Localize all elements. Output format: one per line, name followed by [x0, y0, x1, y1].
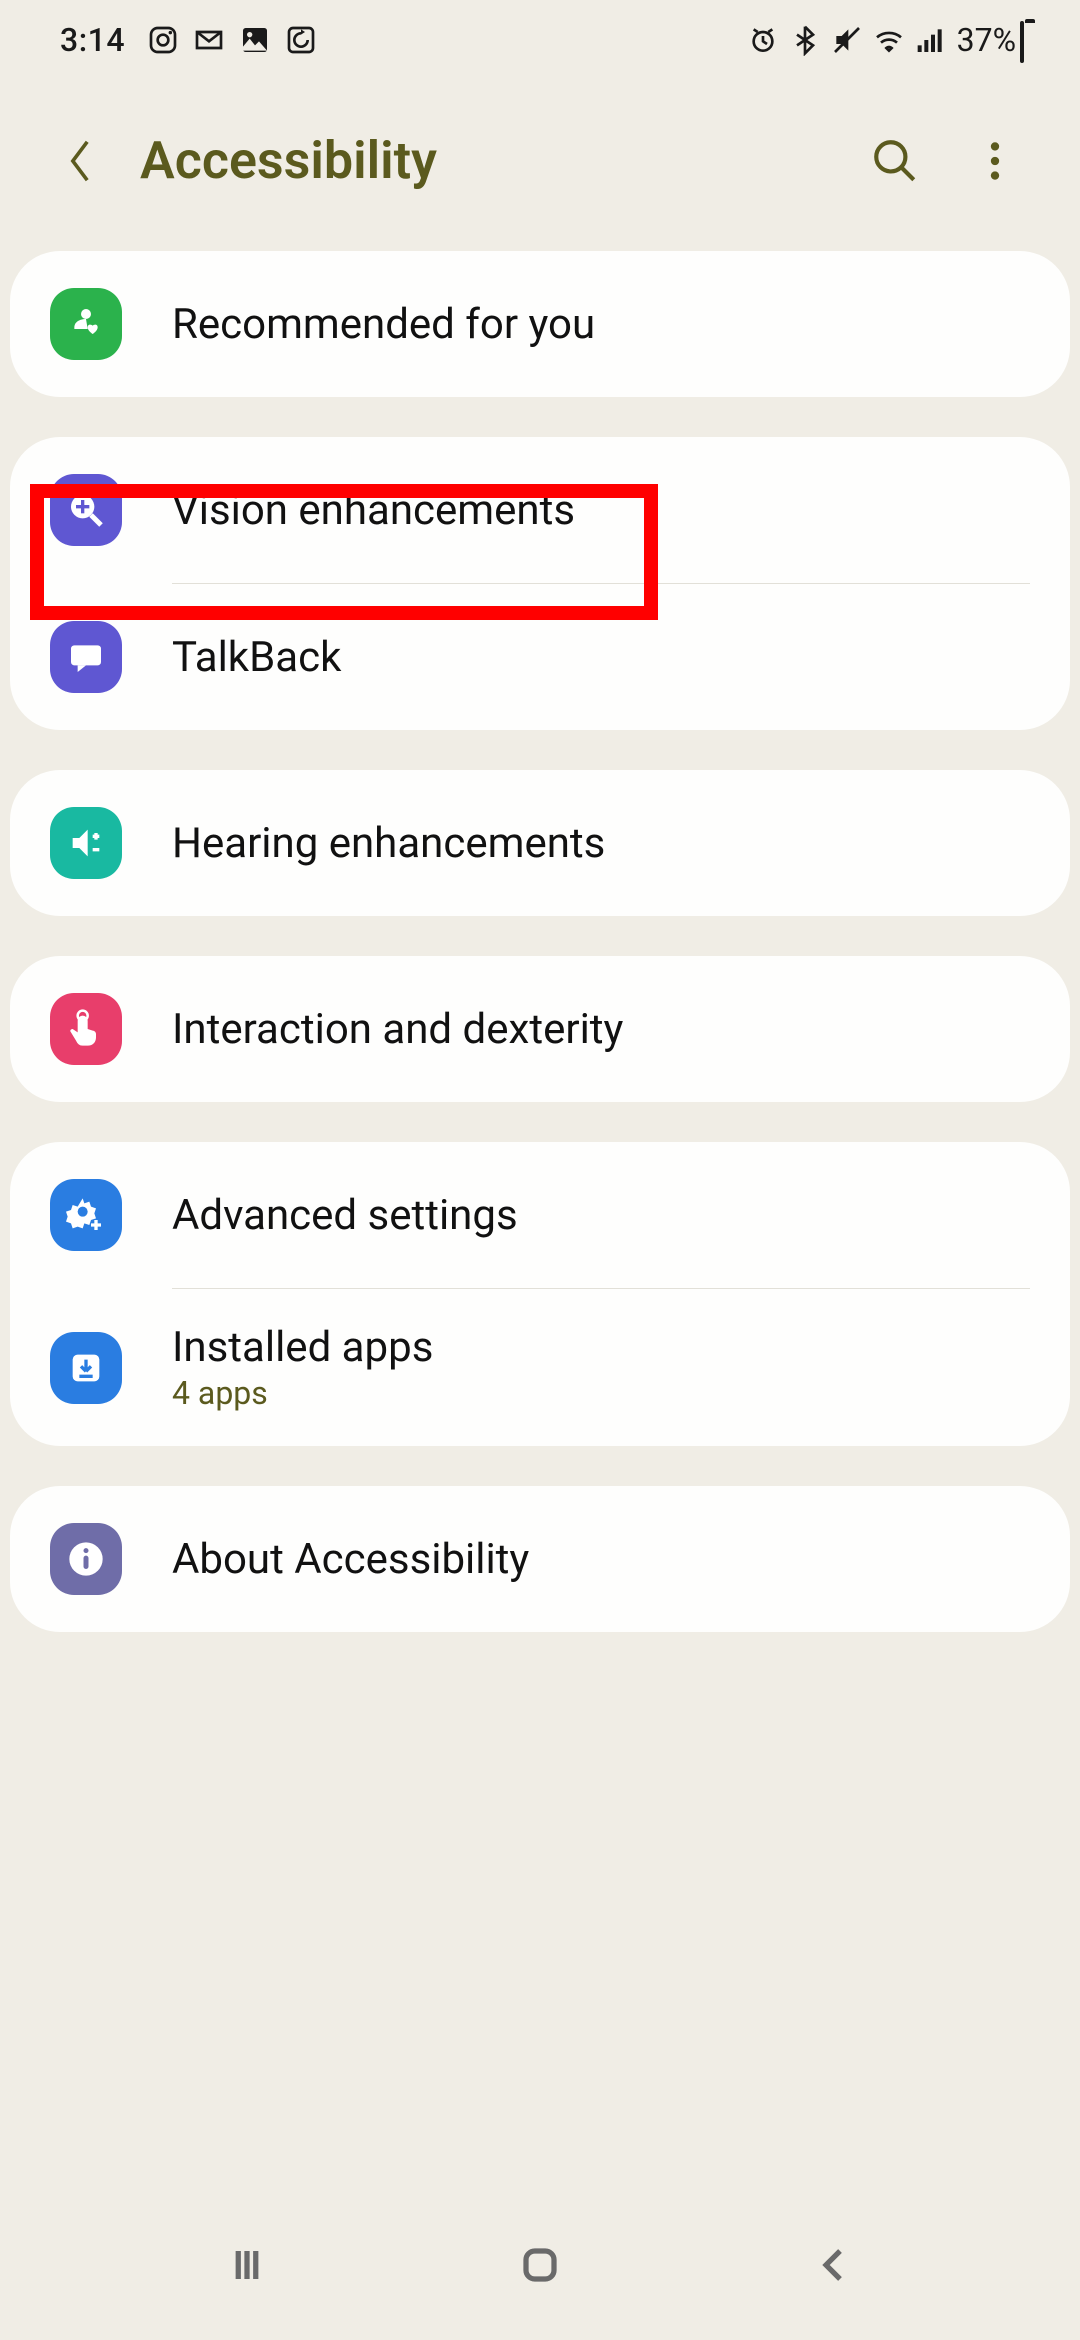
system-navbar — [0, 2210, 1080, 2340]
photos-icon — [239, 24, 271, 56]
nav-back-button[interactable] — [803, 2235, 863, 2295]
touch-icon — [50, 993, 122, 1065]
card-vision: Vision enhancements TalkBack — [10, 437, 1070, 730]
item-label: About Accessibility — [172, 1535, 1030, 1584]
app-header: Accessibility — [0, 80, 1080, 251]
gmail-icon — [193, 24, 225, 56]
item-label: Advanced settings — [172, 1191, 1030, 1240]
item-vision-enhancements[interactable]: Vision enhancements — [10, 437, 1070, 583]
magnifier-plus-icon — [50, 474, 122, 546]
card-recommended: Recommended for you — [10, 251, 1070, 397]
status-right: 37% — [747, 21, 1040, 59]
person-heart-icon — [50, 288, 122, 360]
instagram-icon — [147, 24, 179, 56]
card-about: About Accessibility — [10, 1486, 1070, 1632]
card-hearing: Hearing enhancements — [10, 770, 1070, 916]
nav-recents-button[interactable] — [217, 2235, 277, 2295]
gear-plus-icon — [50, 1179, 122, 1251]
settings-list: Recommended for you Vision enhancements … — [0, 251, 1080, 1632]
item-installed-apps[interactable]: Installed apps 4 apps — [10, 1289, 1070, 1446]
alarm-icon — [747, 24, 779, 56]
speaker-adjust-icon — [50, 807, 122, 879]
item-label: Hearing enhancements — [172, 819, 1030, 868]
item-label: Interaction and dexterity — [172, 1005, 1030, 1054]
page-title: Accessibility — [140, 130, 870, 191]
item-label: Recommended for you — [172, 300, 1030, 349]
signal-icon — [915, 24, 947, 56]
status-bar: 3:14 37% — [0, 0, 1080, 80]
card-advanced: Advanced settings Installed apps 4 apps — [10, 1142, 1070, 1446]
item-hearing-enhancements[interactable]: Hearing enhancements — [10, 770, 1070, 916]
item-interaction-dexterity[interactable]: Interaction and dexterity — [10, 956, 1070, 1102]
item-about-accessibility[interactable]: About Accessibility — [10, 1486, 1070, 1632]
search-button[interactable] — [870, 136, 920, 186]
item-recommended[interactable]: Recommended for you — [10, 251, 1070, 397]
item-sublabel: 4 apps — [172, 1374, 433, 1412]
bluetooth-icon — [789, 24, 821, 56]
item-label: Vision enhancements — [172, 486, 1030, 535]
item-talkback[interactable]: TalkBack — [10, 584, 1070, 730]
speech-bubble-icon — [50, 621, 122, 693]
status-left: 3:14 — [60, 21, 317, 59]
card-interaction: Interaction and dexterity — [10, 956, 1070, 1102]
battery-indicator: 37% — [957, 21, 1040, 59]
battery-icon — [1020, 23, 1040, 57]
status-clock: 3:14 — [60, 21, 125, 59]
more-button[interactable] — [970, 136, 1020, 186]
update-icon — [285, 24, 317, 56]
item-label: TalkBack — [172, 633, 1030, 682]
info-icon — [50, 1523, 122, 1595]
wifi-icon — [873, 24, 905, 56]
item-label: Installed apps — [172, 1323, 433, 1372]
download-icon — [50, 1332, 122, 1404]
back-button[interactable] — [50, 131, 110, 191]
item-advanced-settings[interactable]: Advanced settings — [10, 1142, 1070, 1288]
nav-home-button[interactable] — [510, 2235, 570, 2295]
battery-percent: 37% — [957, 21, 1016, 59]
mute-icon — [831, 24, 863, 56]
